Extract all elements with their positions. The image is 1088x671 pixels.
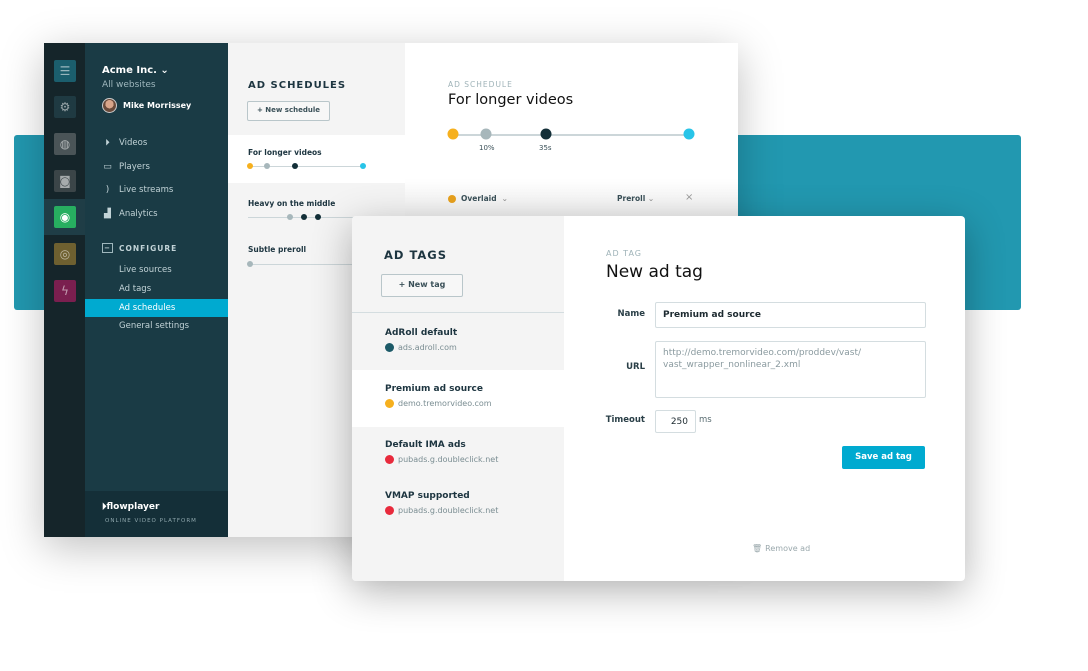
flowplayer-logo: ⏵flowplayer — [102, 502, 160, 512]
configure-section[interactable]: − CONFIGURE — [102, 243, 177, 253]
brand-tagline: ONLINE VIDEO PLATFORM — [105, 518, 197, 524]
schedule-item[interactable]: For longer videos — [228, 135, 405, 183]
lightning-icon[interactable]: ϟ — [54, 280, 76, 302]
section-label: CONFIGURE — [119, 243, 178, 253]
timeout-field[interactable]: 250 — [655, 410, 696, 433]
timeline-marker[interactable] — [540, 128, 552, 140]
timeline-marker[interactable] — [447, 128, 459, 140]
sidebar-item-players[interactable]: ▭ Players — [102, 162, 150, 172]
ad-tags-list: AD TAGS + New tag AdRoll default ads.adro… — [352, 216, 564, 581]
sidebar: Acme Inc. ⌄ All websites Mike Morrissey … — [85, 43, 228, 537]
marker-label: 35s — [539, 144, 552, 152]
player-icon[interactable]: ◍ — [54, 133, 76, 155]
org-switcher[interactable]: Acme Inc. ⌄ — [102, 65, 169, 76]
schedule-name: Heavy on the middle — [248, 199, 336, 208]
site-scope[interactable]: All websites — [102, 80, 156, 90]
ad-row: Overlaid ⌄ Preroll ⌄ × — [405, 178, 738, 218]
ad-type-select[interactable]: Overlaid ⌄ — [448, 194, 508, 203]
timeout-unit: ms — [699, 415, 712, 425]
monitor-icon: ▭ — [103, 162, 112, 172]
play-icon: ⏵ — [105, 138, 110, 148]
gear-icon[interactable]: ⚙ — [54, 96, 76, 118]
url-field[interactable]: http://demo.tremorvideo.com/proddev/vast… — [655, 341, 926, 398]
form-label: AD TAG — [606, 249, 642, 258]
menu-icon[interactable]: ☰ — [54, 60, 76, 82]
sidebar-item-ad-schedules[interactable]: Ad schedules — [85, 299, 228, 317]
trash-icon: 🗑 — [752, 544, 763, 553]
broadcast-icon: ) — [105, 185, 110, 195]
schedule-title: For longer videos — [448, 92, 574, 108]
timeout-label: Timeout — [605, 415, 645, 425]
nav-label: Live streams — [119, 185, 174, 195]
schedule-name: For longer videos — [248, 148, 322, 157]
form-title: New ad tag — [606, 262, 703, 282]
timeline-marker[interactable] — [480, 128, 492, 140]
ad-tag-item-selected[interactable]: Premium ad source demo.tremorvideo.com — [352, 370, 564, 427]
timeline-marker[interactable] — [683, 128, 695, 140]
sidebar-item-analytics[interactable]: ▟ Analytics — [102, 209, 158, 219]
name-field[interactable]: Premium ad source — [655, 302, 926, 328]
sidebar-item-general-settings[interactable]: General settings — [85, 317, 228, 335]
sidebar-item-ad-tags[interactable]: Ad tags — [85, 280, 228, 298]
stream-icon[interactable]: ◙ — [54, 170, 76, 192]
nav-label: Analytics — [119, 209, 158, 219]
ad-position-select[interactable]: Preroll ⌄ — [617, 194, 654, 203]
sidebar-item-live-sources[interactable]: Live sources — [85, 261, 228, 279]
avatar — [102, 98, 117, 113]
save-ad-tag-button[interactable]: Save ad tag — [842, 446, 925, 469]
name-label: Name — [617, 309, 645, 319]
marker-label: 10% — [479, 144, 495, 152]
url-label: URL — [626, 362, 645, 372]
user-name: Mike Morrissey — [123, 101, 192, 110]
icon-rail: ☰ ⚙ ◍ ◙ ◉ ◎ ϟ — [44, 43, 85, 537]
ad-tag-item[interactable]: VMAP supported pubads.g.doubleclick.net — [352, 477, 564, 527]
brand-footer: ⏵flowplayer ONLINE VIDEO PLATFORM — [85, 491, 228, 537]
ad-tag-item[interactable]: AdRoll default ads.adroll.com — [352, 313, 564, 370]
ad-tag-item[interactable]: Default IMA ads pubads.g.doubleclick.net — [352, 427, 564, 477]
detail-label: AD SCHEDULE — [448, 80, 513, 89]
schedules-title: AD SCHEDULES — [248, 80, 347, 91]
sidebar-item-live-streams[interactable]: ) Live streams — [102, 185, 174, 195]
user-profile[interactable]: Mike Morrissey — [102, 98, 191, 113]
chart-icon: ▟ — [104, 209, 111, 219]
sidebar-item-videos[interactable]: ⏵ Videos — [102, 138, 147, 148]
new-schedule-button[interactable]: + New schedule — [247, 101, 330, 121]
close-icon[interactable]: × — [685, 192, 693, 203]
analytics-icon[interactable]: ◎ — [54, 243, 76, 265]
remove-ad-button[interactable]: 🗑 Remove ad — [752, 544, 810, 553]
new-tag-button[interactable]: + New tag — [381, 274, 463, 297]
collapse-icon: − — [102, 243, 113, 253]
ad-tags-window: AD TAGS + New tag AdRoll default ads.adro… — [352, 216, 965, 581]
ad-tags-title: AD TAGS — [384, 248, 448, 262]
nav-label: Videos — [119, 138, 148, 148]
ads-icon[interactable]: ◉ — [54, 206, 76, 228]
nav-label: Players — [119, 162, 150, 172]
